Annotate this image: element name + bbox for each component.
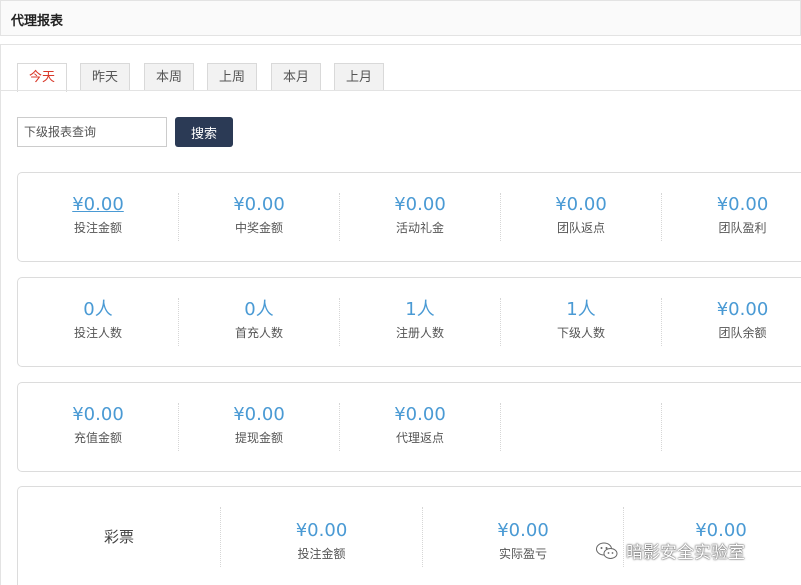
stat-value: ¥0.00 [233,194,285,215]
report-panel: 今天 昨天 本周 上周 本月 上月 搜索 ¥0.00 投注金额 ¥0.00 中奖… [0,44,801,585]
category-label: 彩票 [103,528,134,546]
stats-card-lottery: 彩票 ¥0.00 投注金额 ¥0.00 实际盈亏 ¥0.00 [17,486,801,585]
stat-label: 注册人数 [395,326,444,340]
stat-label: 团队返点 [556,221,605,235]
stat-lottery-bet-amount: ¥0.00 投注金额 [221,507,423,567]
stat-value: ¥0.00 [394,404,446,425]
stat-value: ¥0.00 [555,194,607,215]
tabs-divider [1,90,801,91]
tab-yesterday[interactable]: 昨天 [80,63,130,91]
tab-today[interactable]: 今天 [17,63,67,92]
stat-value: ¥0.00 [295,520,348,541]
tab-last-week[interactable]: 上周 [207,63,257,91]
stat-label: 下级人数 [556,326,605,340]
stat-value: ¥0.00 [233,404,285,425]
stat-subordinate-count: 1人 下级人数 [501,298,662,346]
stat-value: ¥0.00 [394,194,446,215]
stat-label: 中奖金额 [234,221,283,235]
stat-bettor-count: 0人 投注人数 [18,298,179,346]
stat-value: ¥0.00 [497,520,549,541]
stat-empty-cell [662,403,801,451]
page-header: 代理报表 [0,0,801,36]
stat-label: 团队盈利 [718,221,767,235]
tab-this-month[interactable]: 本月 [271,63,321,91]
stat-value: ¥0.00 [716,194,769,215]
stat-team-balance: ¥0.00 团队余额 [662,298,801,346]
stat-lottery-actual-profit: ¥0.00 实际盈亏 [423,507,624,567]
stat-withdraw-amount: ¥0.00 提现金额 [179,403,340,451]
stat-bonus: ¥0.00 活动礼金 [340,193,501,241]
stat-first-deposit-count: 0人 首充人数 [179,298,340,346]
tab-this-week[interactable]: 本周 [144,63,194,91]
stat-label: 代理返点 [395,431,444,445]
stat-label: 活动礼金 [395,221,444,235]
stats-card-users: 0人 投注人数 0人 首充人数 1人 注册人数 1人 下级人数 ¥0.00 团队… [17,277,801,367]
stat-team-rebate: ¥0.00 团队返点 [501,193,662,241]
subordinate-report-search-input[interactable] [17,117,167,147]
stat-value: ¥0.00 [716,299,769,320]
stat-value: ¥0.00 [72,404,124,425]
stat-win-amount: ¥0.00 中奖金额 [179,193,340,241]
stat-value[interactable]: ¥0.00 [18,193,178,217]
stat-value: 1人 [566,299,596,320]
stat-value: 1人 [405,299,435,320]
stat-value: 0人 [244,299,274,320]
stat-label: 充值金额 [73,431,122,445]
stat-team-profit: ¥0.00 团队盈利 [662,193,801,241]
stats-card-betting: ¥0.00 投注金额 ¥0.00 中奖金额 ¥0.00 活动礼金 ¥0.00 团… [17,172,801,262]
stat-label: 实际盈亏 [498,547,547,561]
stat-label: 投注金额 [73,221,122,235]
stat-label: 投注人数 [73,326,122,340]
stat-empty-cell [501,403,662,451]
stat-agent-rebate: ¥0.00 代理返点 [340,403,501,451]
search-button[interactable]: 搜索 [175,117,233,147]
watermark: 暗影安全实验室 [596,538,745,563]
stat-deposit-amount: ¥0.00 充值金额 [18,403,179,451]
stat-label: 提现金额 [234,431,283,445]
wechat-icon [596,542,618,559]
stats-card-funds: ¥0.00 充值金额 ¥0.00 提现金额 ¥0.00 代理返点 [17,382,801,472]
stat-bet-amount: ¥0.00 投注金额 [18,193,179,241]
stat-register-count: 1人 注册人数 [340,298,501,346]
stat-value: 0人 [83,299,113,320]
watermark-text: 暗影安全实验室 [626,543,745,563]
tab-last-month[interactable]: 上月 [334,63,384,91]
page-title: 代理报表 [11,14,64,29]
stat-label: 首充人数 [234,326,283,340]
stat-label: 投注金额 [297,547,346,561]
lottery-category: 彩票 [18,507,221,567]
stat-label: 团队余额 [718,326,767,340]
